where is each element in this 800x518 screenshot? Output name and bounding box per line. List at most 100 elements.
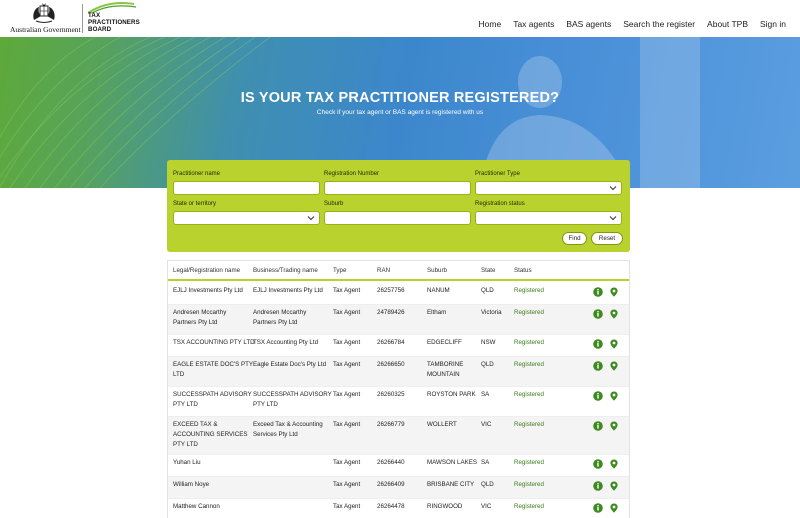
suburb-label: Suburb bbox=[324, 201, 344, 207]
tpb-logo[interactable]: TAX PRACTITIONERS BOARD bbox=[88, 2, 148, 35]
cell-line: BRISBANE CITY bbox=[427, 481, 475, 488]
col-trading-name: Business/Trading name bbox=[253, 267, 318, 274]
info-icon[interactable] bbox=[593, 481, 603, 491]
cell-status: Registered bbox=[514, 421, 544, 428]
location-pin-icon[interactable] bbox=[609, 287, 619, 297]
cell-line: Eltham bbox=[427, 309, 447, 316]
state-label: State or territory bbox=[173, 201, 217, 207]
cell-status: Registered bbox=[514, 503, 544, 510]
cell-legal: Matthew Cannon bbox=[173, 502, 220, 512]
cell-status: Registered bbox=[514, 339, 544, 346]
cell-state: Victoria bbox=[481, 309, 502, 316]
table-row: Yuhan Liu Tax Agent 26266440 MAWSON LAKES SA… bbox=[168, 455, 629, 477]
registration-status-select[interactable] bbox=[475, 211, 622, 225]
cell-trading: Eagle Estate Doc's Pty Ltd bbox=[253, 360, 326, 370]
cell-suburb: Eltham bbox=[427, 308, 446, 318]
cell-line: Andresen Mccarthy bbox=[173, 309, 227, 316]
info-icon[interactable] bbox=[593, 287, 603, 297]
cell-ran: 26257756 bbox=[377, 287, 405, 294]
cell-line: MOUNTAIN bbox=[427, 371, 460, 378]
registration-number-input[interactable] bbox=[324, 181, 471, 195]
cell-line: PTY LTD bbox=[253, 401, 278, 408]
state-select[interactable] bbox=[173, 211, 320, 225]
info-icon[interactable] bbox=[593, 421, 603, 431]
table-row: Matthew Cannon Tax Agent 26264478 RINGWOOD V… bbox=[168, 499, 629, 518]
nav-search-register[interactable]: Search the register bbox=[623, 19, 695, 29]
cell-ran: 26266440 bbox=[377, 459, 405, 466]
government-logo-text: Australian Government bbox=[10, 25, 81, 34]
cell-line: LTD bbox=[173, 371, 185, 378]
hero-title: IS YOUR TAX PRACTITIONER REGISTERED? bbox=[240, 90, 560, 106]
cell-state: SA bbox=[481, 391, 490, 398]
location-pin-icon[interactable] bbox=[609, 391, 619, 401]
cell-type: Tax Agent bbox=[333, 361, 361, 368]
cell-type: Tax Agent bbox=[333, 481, 361, 488]
cell-line: Partners Pty Ltd bbox=[173, 319, 218, 326]
main-nav: Home Tax agents BAS agents Search the re… bbox=[479, 19, 786, 29]
cell-line: NANUM bbox=[427, 287, 450, 294]
nav-bas-agents[interactable]: BAS agents bbox=[566, 19, 611, 29]
info-icon[interactable] bbox=[593, 391, 603, 401]
table-header: Legal/Registration name Business/Trading… bbox=[168, 261, 629, 281]
col-ran: RAN bbox=[377, 267, 391, 274]
cell-line: RINGWOOD bbox=[427, 503, 463, 510]
cell-line: Partners Pty Ltd bbox=[253, 319, 298, 326]
table-row: TSX ACCOUNTING PTY LTD TSX Accounting Pty… bbox=[168, 335, 629, 357]
col-status: Status bbox=[514, 267, 532, 274]
nav-sign-in[interactable]: Sign in bbox=[760, 19, 786, 29]
results-table: Legal/Registration name Business/Trading… bbox=[167, 260, 630, 518]
cell-line: EJLJ Investments Pty Ltd bbox=[253, 287, 323, 294]
cell-line: EXCEED TAX & bbox=[173, 421, 218, 428]
reset-button[interactable]: Reset bbox=[591, 232, 623, 245]
table-row: Andresen Mccarthy Partners Pty Ltd Andrese… bbox=[168, 305, 629, 335]
cell-type: Tax Agent bbox=[333, 309, 361, 316]
cell-legal: TSX ACCOUNTING PTY LTD bbox=[173, 338, 255, 348]
cell-status: Registered bbox=[514, 459, 544, 466]
site-header: Australian Government TAX PRACTITIONERS … bbox=[0, 0, 800, 37]
info-icon[interactable] bbox=[593, 459, 603, 469]
cell-line: WOLLERT bbox=[427, 421, 457, 428]
practitioner-type-label: Practitioner Type bbox=[475, 171, 520, 177]
cell-line: SUCCESSPATH ADVISORY bbox=[173, 391, 252, 398]
cell-ran: 26260325 bbox=[377, 391, 405, 398]
cell-line: EJLJ Investments Pty Ltd bbox=[173, 287, 243, 294]
australian-government-logo[interactable]: Australian Government bbox=[10, 2, 81, 34]
info-icon[interactable] bbox=[593, 361, 603, 371]
cell-type: Tax Agent bbox=[333, 391, 361, 398]
practitioner-type-select[interactable] bbox=[475, 181, 622, 195]
location-pin-icon[interactable] bbox=[609, 459, 619, 469]
location-pin-icon[interactable] bbox=[609, 421, 619, 431]
cell-suburb: EDGECLIFF bbox=[427, 338, 462, 348]
nav-tax-agents[interactable]: Tax agents bbox=[513, 19, 554, 29]
location-pin-icon[interactable] bbox=[609, 361, 619, 371]
suburb-input[interactable] bbox=[324, 211, 471, 225]
info-icon[interactable] bbox=[593, 503, 603, 513]
info-icon[interactable] bbox=[593, 339, 603, 349]
cell-legal: EXCEED TAX & ACCOUNTING SERVICES PTY LTD bbox=[173, 420, 248, 450]
location-pin-icon[interactable] bbox=[609, 503, 619, 513]
cell-suburb: BRISBANE CITY bbox=[427, 480, 474, 490]
practitioner-name-input[interactable] bbox=[173, 181, 320, 195]
cell-line: Matthew Cannon bbox=[173, 503, 220, 510]
cell-line: PTY LTD bbox=[173, 401, 198, 408]
cell-type: Tax Agent bbox=[333, 287, 361, 294]
cell-trading: Andresen Mccarthy Partners Pty Ltd bbox=[253, 308, 306, 328]
location-pin-icon[interactable] bbox=[609, 309, 619, 319]
cell-line: Exceed Tax & Accounting bbox=[253, 421, 323, 428]
cell-line: Yuhan Liu bbox=[173, 459, 201, 466]
cell-line: TAMBORINE bbox=[427, 361, 464, 368]
location-pin-icon[interactable] bbox=[609, 339, 619, 349]
search-form: Practitioner name Registration Number Pr… bbox=[167, 160, 630, 252]
cell-state: NSW bbox=[481, 339, 496, 346]
location-pin-icon[interactable] bbox=[609, 481, 619, 491]
cell-line: SUCCESSPATH ADVISORY bbox=[253, 391, 332, 398]
cell-line: TSX Accounting Pty Ltd bbox=[253, 339, 319, 346]
find-button[interactable]: Find bbox=[562, 232, 587, 245]
table-row: SUCCESSPATH ADVISORY PTY LTD SUCCESSPATH A… bbox=[168, 387, 629, 417]
cell-legal: EJLJ Investments Pty Ltd bbox=[173, 286, 243, 296]
nav-about-tpb[interactable]: About TPB bbox=[707, 19, 748, 29]
cell-state: VIC bbox=[481, 421, 492, 428]
info-icon[interactable] bbox=[593, 309, 603, 319]
nav-home[interactable]: Home bbox=[479, 19, 502, 29]
table-row: William Noye Tax Agent 26266409 BRISBANE CI… bbox=[168, 477, 629, 499]
